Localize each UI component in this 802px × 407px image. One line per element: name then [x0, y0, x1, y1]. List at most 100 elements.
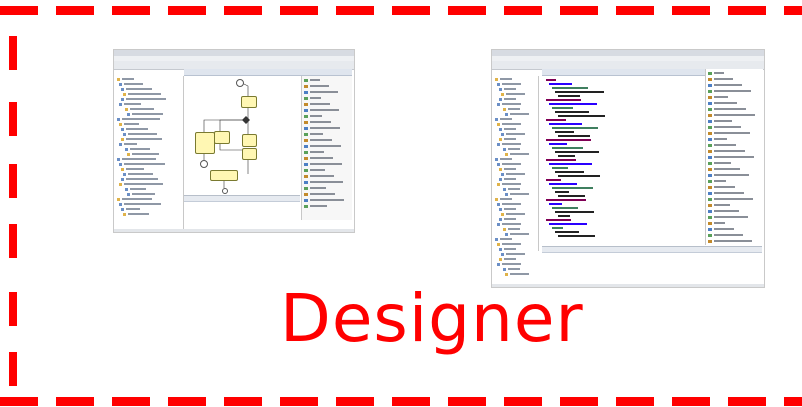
- code-line: [546, 99, 581, 101]
- palette-item: [302, 174, 352, 178]
- palette-item-label: [714, 186, 735, 188]
- tree-item-label: [124, 203, 161, 205]
- tree-item: [494, 272, 538, 276]
- tree-item-label: [506, 213, 525, 215]
- code-line: [555, 131, 574, 133]
- task-node: [210, 170, 238, 181]
- palette-item-label: [310, 163, 342, 165]
- tree-item: [116, 77, 183, 81]
- code-line: [546, 199, 586, 201]
- tree-item: [494, 182, 538, 186]
- palette-item-label: [310, 85, 329, 87]
- tree-item: [116, 127, 183, 131]
- palette-item-label: [714, 90, 751, 92]
- palette-item-icon: [708, 191, 712, 195]
- palette-item-icon: [708, 155, 712, 159]
- tree-item: [494, 107, 538, 111]
- folder-icon: [117, 197, 120, 201]
- tree-item: [116, 192, 183, 196]
- folder-icon: [121, 207, 124, 211]
- palette-item-label: [310, 169, 325, 171]
- border-dash: [112, 397, 150, 406]
- tree-item-label: [502, 83, 521, 85]
- palette-item: [302, 90, 352, 94]
- code-line: [552, 187, 593, 189]
- folder-icon: [495, 157, 498, 161]
- folder-icon: [121, 177, 124, 181]
- folder-icon: [117, 157, 120, 161]
- palette-item-label: [714, 210, 739, 212]
- border-dash: [336, 397, 374, 406]
- code-line: [549, 163, 592, 165]
- border-dash: [784, 397, 802, 406]
- border-dash: [392, 6, 430, 15]
- tree-item-label: [130, 188, 146, 190]
- tree-item: [494, 117, 538, 121]
- tree-item: [494, 252, 538, 256]
- palette-item-label: [714, 150, 745, 152]
- palette-item: [706, 143, 763, 147]
- palette-item-icon: [304, 180, 308, 184]
- tree-item-label: [506, 93, 525, 95]
- palette-item: [706, 113, 763, 117]
- palette-item-icon: [304, 102, 308, 106]
- border-dash: [224, 6, 262, 15]
- palette-item-icon: [708, 149, 712, 153]
- tree-item-label: [128, 133, 157, 135]
- border-dash: [280, 397, 318, 406]
- end-node: [222, 188, 228, 194]
- console-panel: [542, 246, 762, 283]
- palette-item-label: [714, 234, 743, 236]
- palette-item: [706, 95, 763, 99]
- folder-icon: [119, 202, 122, 206]
- tree-item: [494, 257, 538, 261]
- tree-item: [494, 192, 538, 196]
- palette-item: [706, 215, 763, 219]
- tree-item-label: [504, 98, 516, 100]
- palette-item-icon: [304, 156, 308, 160]
- code-line: [549, 183, 577, 185]
- code-line: [552, 227, 563, 229]
- palette-item: [706, 119, 763, 123]
- folder-icon: [123, 132, 126, 136]
- folder-icon: [127, 152, 130, 156]
- tree-item-label: [128, 173, 153, 175]
- palette-item-label: [714, 96, 728, 98]
- code-line: [549, 103, 597, 105]
- folder-icon: [127, 112, 130, 116]
- task-node: [214, 131, 230, 144]
- palette-item-label: [310, 145, 341, 147]
- folder-icon: [503, 187, 506, 191]
- tree-item: [494, 172, 538, 176]
- palette-item: [302, 120, 352, 124]
- tree-item: [116, 187, 183, 191]
- tree-item-label: [500, 118, 512, 120]
- palette-item-icon: [304, 114, 308, 118]
- palette-item-icon: [708, 71, 712, 75]
- palette-item: [302, 144, 352, 148]
- tree-item: [494, 222, 538, 226]
- palette-item-label: [310, 79, 320, 81]
- palette-item: [706, 131, 763, 135]
- palette-item: [706, 83, 763, 87]
- folder-icon: [121, 87, 124, 91]
- palette-item-icon: [304, 132, 308, 136]
- palette-item-icon: [708, 179, 712, 183]
- tree-item-label: [504, 178, 516, 180]
- palette-item: [302, 102, 352, 106]
- folder-icon: [497, 142, 500, 146]
- tree-item: [116, 182, 183, 186]
- tree-item-label: [504, 218, 516, 220]
- tree-item-label: [122, 78, 134, 80]
- tree-item: [494, 247, 538, 251]
- folder-icon: [495, 237, 498, 241]
- tree-item-label: [502, 243, 521, 245]
- palette-item: [302, 84, 352, 88]
- code-line: [546, 79, 556, 81]
- palette-item-icon: [708, 233, 712, 237]
- code-line: [546, 139, 591, 141]
- palette-item-label: [714, 240, 752, 242]
- border-dash: [9, 352, 17, 386]
- palette-item-label: [310, 115, 322, 117]
- border-dash: [672, 397, 710, 406]
